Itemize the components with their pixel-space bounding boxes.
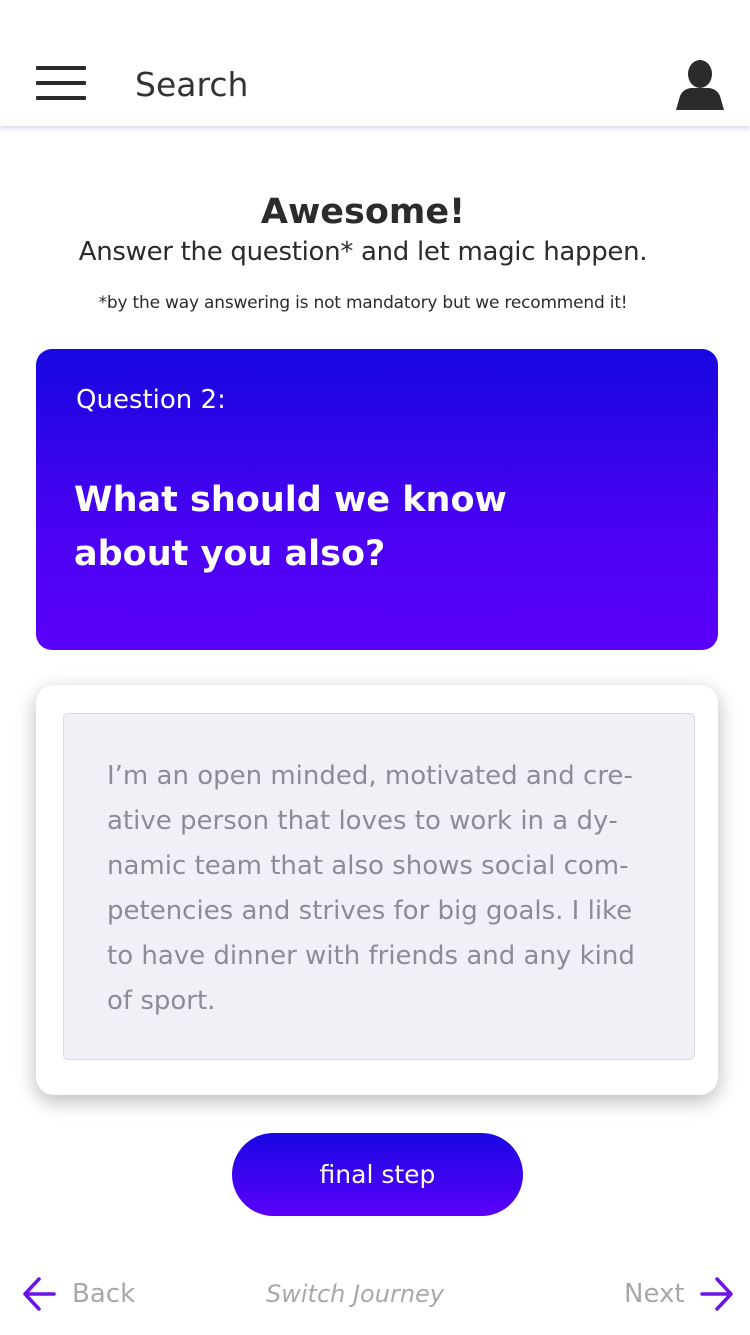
hamburger-menu-icon-line xyxy=(36,81,86,85)
question-number: Question 2: xyxy=(76,385,226,415)
page-subtitle: Answer the question* and let magic happe… xyxy=(78,237,648,267)
menu-button[interactable] xyxy=(36,66,86,104)
user-avatar-icon xyxy=(676,60,724,110)
back-label: Back xyxy=(72,1279,136,1309)
page-title: Awesome! xyxy=(260,192,466,232)
hamburger-menu-icon xyxy=(36,66,86,70)
arrow-left-icon xyxy=(23,1277,56,1311)
search-field[interactable]: Search xyxy=(135,64,248,106)
final-step-button[interactable]: final step xyxy=(232,1133,523,1216)
top-bar: Search xyxy=(0,0,750,126)
hint-note: *by the way answering is not mandatory b… xyxy=(98,293,628,313)
question-text: What should we know about you also? xyxy=(74,480,507,574)
hamburger-menu-icon-line xyxy=(36,96,86,100)
arrow-right-icon xyxy=(700,1277,733,1311)
next-button[interactable]: Next xyxy=(600,1274,740,1314)
next-label: Next xyxy=(624,1279,685,1309)
answer-card: I’m an open minded, motivated and cre­at… xyxy=(36,685,718,1095)
question-card: Question 2: What should we know about yo… xyxy=(36,349,718,650)
answer-textarea[interactable]: I’m an open minded, motivated and cre­at… xyxy=(63,713,695,1060)
switch-journey-link[interactable]: Switch Journey xyxy=(220,1274,490,1314)
user-avatar-button[interactable] xyxy=(674,58,726,112)
